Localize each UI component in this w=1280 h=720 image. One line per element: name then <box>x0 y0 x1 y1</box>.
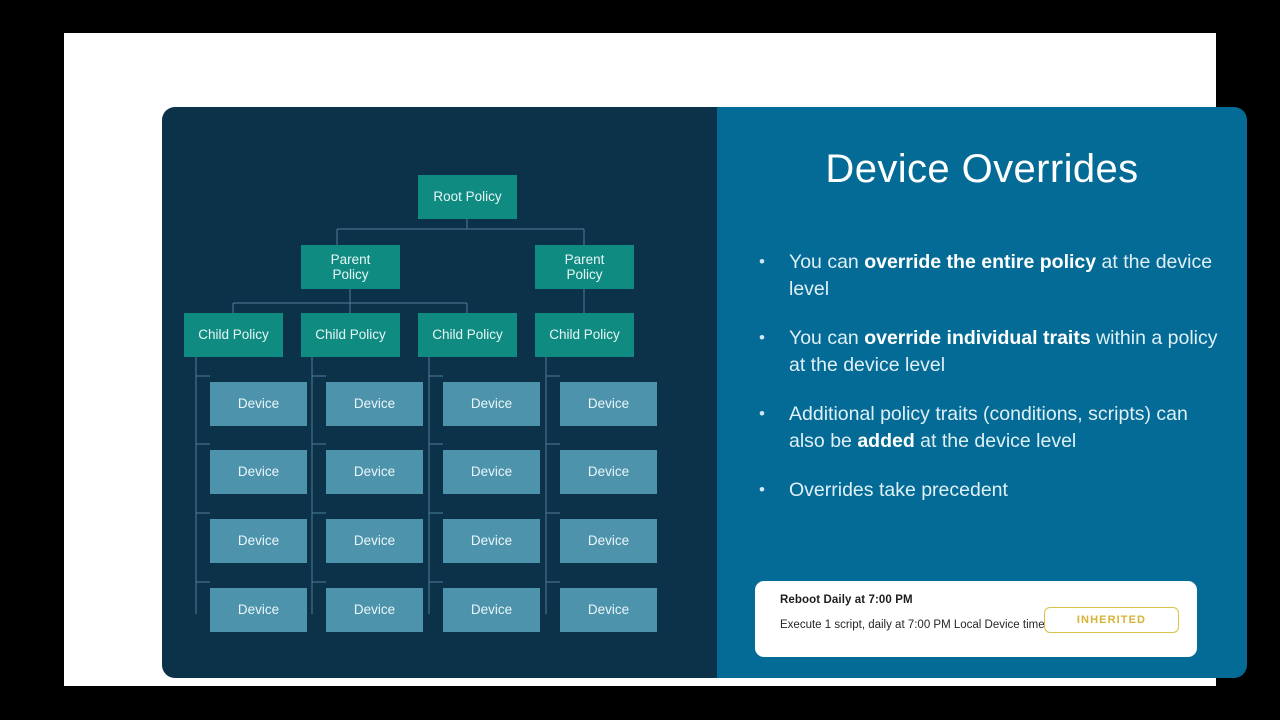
page-title: Device Overrides <box>825 147 1139 191</box>
node-label: Root Policy <box>433 189 502 205</box>
node-child-policy-4[interactable]: Child Policy <box>535 313 634 357</box>
node-label: Device <box>470 396 513 412</box>
node-device[interactable]: Device <box>210 450 307 494</box>
node-device[interactable]: Device <box>210 519 307 563</box>
policy-trait-card[interactable]: Reboot Daily at 7:00 PM Execute 1 script… <box>755 581 1197 657</box>
node-device[interactable]: Device <box>326 519 423 563</box>
node-label: Device <box>353 396 396 412</box>
node-label: Parent Policy <box>565 252 605 282</box>
policy-trait-title: Reboot Daily at 7:00 PM <box>780 594 913 606</box>
node-label: Device <box>470 602 513 618</box>
bullet-text: You can override individual traits withi… <box>789 325 1219 378</box>
node-label: Device <box>237 533 280 549</box>
node-label: Device <box>587 464 630 480</box>
bullet-marker-icon: • <box>759 328 765 348</box>
node-device[interactable]: Device <box>560 519 657 563</box>
node-label: Parent Policy <box>331 252 371 282</box>
bullet-item: • You can override individual traits wit… <box>759 325 1219 378</box>
node-device[interactable]: Device <box>560 450 657 494</box>
node-label: Device <box>353 602 396 618</box>
node-device[interactable]: Device <box>560 382 657 426</box>
bullet-text-part-bold: override individual traits <box>864 327 1091 350</box>
status-badge[interactable]: INHERITED <box>1044 607 1179 633</box>
node-device[interactable]: Device <box>443 450 540 494</box>
node-root-policy[interactable]: Root Policy <box>418 175 517 219</box>
node-label: Device <box>353 464 396 480</box>
bullet-text-part: You can <box>789 327 865 350</box>
bullet-text-part: You can <box>789 251 865 273</box>
node-label: Child Policy <box>549 327 620 343</box>
policy-tree-panel: Root Policy Parent Policy Parent Policy <box>162 107 717 678</box>
node-parent-policy-1[interactable]: Parent Policy <box>301 245 400 289</box>
bullet-text-part: at the device level <box>914 429 1077 452</box>
node-device[interactable]: Device <box>560 588 657 632</box>
bullet-item: • Overrides take precedent <box>759 477 1219 504</box>
node-label: Device <box>587 533 630 549</box>
bullet-text-part: Overrides take precedent <box>789 479 1008 502</box>
node-device[interactable]: Device <box>443 519 540 563</box>
bullet-item: • You can override the entire policy at … <box>759 249 1219 302</box>
policy-hierarchy-diagram: Root Policy Parent Policy Parent Policy <box>162 107 717 678</box>
node-child-policy-1[interactable]: Child Policy <box>184 313 283 357</box>
node-label: Device <box>353 533 396 549</box>
bullet-text: You can override the entire policy at th… <box>789 249 1219 302</box>
screen: Root Policy Parent Policy Parent Policy <box>0 0 1280 720</box>
node-label: Child Policy <box>315 327 386 343</box>
content-panel: Device Overrides • You can override the … <box>717 107 1247 678</box>
node-device[interactable]: Device <box>443 588 540 632</box>
bullet-marker-icon: • <box>759 480 765 500</box>
node-child-policy-3[interactable]: Child Policy <box>418 313 517 357</box>
node-label: Device <box>470 533 513 549</box>
node-label: Child Policy <box>198 327 269 343</box>
node-label: Child Policy <box>432 327 503 343</box>
slide-card: Root Policy Parent Policy Parent Policy <box>162 107 1247 678</box>
slide-sheet: Root Policy Parent Policy Parent Policy <box>64 33 1247 686</box>
node-device[interactable]: Device <box>443 382 540 426</box>
node-child-policy-2[interactable]: Child Policy <box>301 313 400 357</box>
node-label-line1: Parent <box>564 251 605 267</box>
node-label-line2: Policy <box>566 267 603 282</box>
node-label: Device <box>470 464 513 480</box>
node-label-line1: Parent <box>330 251 371 267</box>
node-device[interactable]: Device <box>210 588 307 632</box>
bullet-list: • You can override the entire policy at … <box>759 249 1219 527</box>
node-parent-policy-2[interactable]: Parent Policy <box>535 245 634 289</box>
node-device[interactable]: Device <box>326 588 423 632</box>
bullet-item: • Additional policy traits (conditions, … <box>759 401 1219 454</box>
node-label: Device <box>237 396 280 412</box>
bullet-text-part-bold: added <box>857 429 915 452</box>
node-label: Device <box>587 602 630 618</box>
node-device[interactable]: Device <box>210 382 307 426</box>
bullet-marker-icon: • <box>759 404 765 424</box>
node-device[interactable]: Device <box>326 450 423 494</box>
bullet-marker-icon: • <box>759 252 765 271</box>
node-device[interactable]: Device <box>326 382 423 426</box>
bullet-text: Additional policy traits (conditions, sc… <box>789 401 1219 454</box>
bullet-text: Overrides take precedent <box>789 477 1219 504</box>
node-label: Device <box>237 464 280 480</box>
bullet-text-part-bold: override the entire policy <box>864 251 1097 273</box>
node-label: Device <box>237 602 280 618</box>
node-label: Device <box>587 396 630 412</box>
node-label-line2: Policy <box>332 267 369 282</box>
